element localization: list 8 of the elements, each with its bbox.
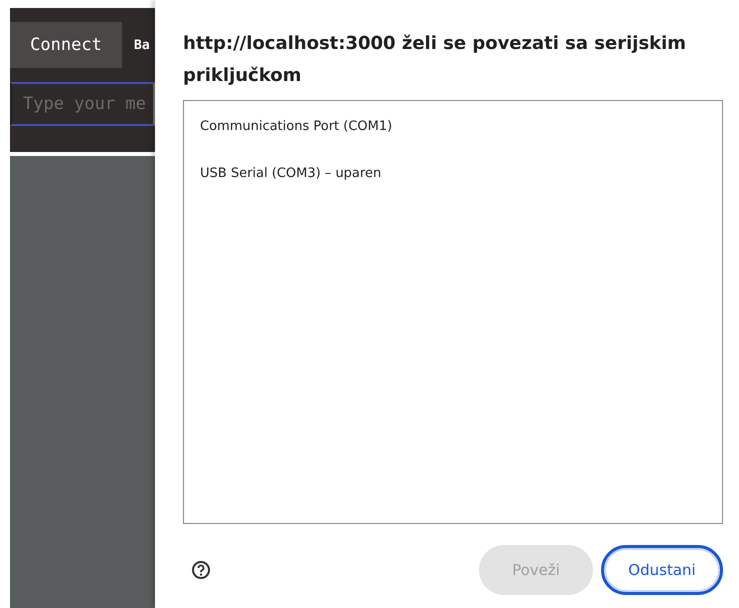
port-item[interactable]: Communications Port (COM1) bbox=[184, 109, 722, 144]
port-item[interactable]: USB Serial (COM3) – uparen bbox=[184, 156, 722, 191]
cancel-button[interactable]: Odustani bbox=[601, 545, 723, 595]
connect-button[interactable]: Connect bbox=[10, 22, 122, 68]
message-field[interactable]: Type your me bbox=[10, 82, 155, 126]
dialog-title: http://localhost:3000 želi se povezati sa serijskim priključkom bbox=[183, 32, 688, 88]
toolbar-button[interactable]: Ba bbox=[134, 38, 150, 52]
help-icon[interactable] bbox=[191, 560, 211, 580]
